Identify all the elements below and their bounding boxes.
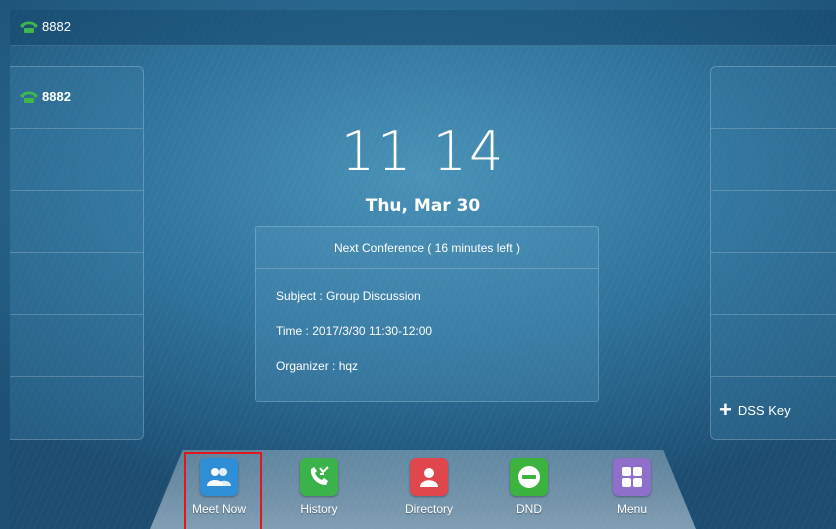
dss-key-5[interactable] (711, 315, 836, 377)
clock-time: 11 14 (340, 120, 506, 183)
history-icon (300, 458, 338, 496)
add-dss-key-label: DSS Key (737, 402, 791, 418)
dss-key-4[interactable] (711, 253, 836, 315)
next-conference-card[interactable]: Next Conference ( 16 minutes left ) Subj… (255, 226, 599, 402)
add-dss-key-button[interactable]: + DSS Key (711, 377, 836, 439)
status-account: 8882 (18, 19, 71, 34)
directory-label: Directory (404, 502, 453, 516)
status-account-number: 8882 (42, 19, 71, 34)
menu-softkey[interactable]: Menu (595, 458, 669, 529)
menu-icon (613, 458, 651, 496)
directory-icon (410, 458, 448, 496)
selection-highlight (184, 452, 262, 529)
dnd-label: DND (516, 502, 542, 516)
plus-icon: + (719, 397, 732, 422)
line-key-5[interactable] (10, 315, 143, 377)
conference-time: Time : 2017/3/30 11:30-12:00 (276, 324, 433, 338)
menu-label: Menu (616, 502, 648, 516)
line-key-4[interactable] (10, 253, 143, 315)
history-label: History (300, 502, 338, 516)
directory-softkey[interactable]: Directory (392, 458, 466, 529)
history-softkey[interactable]: History (282, 458, 356, 529)
handset-icon (20, 91, 38, 103)
line-key-6[interactable] (10, 377, 143, 439)
conference-organizer: Organizer : hqz (276, 359, 359, 373)
dnd-softkey[interactable]: DND (492, 458, 566, 529)
dnd-icon (510, 458, 548, 496)
status-bar: 8882 (10, 10, 836, 46)
conference-header: Next Conference ( 16 minutes left ) (256, 227, 598, 269)
handset-icon (20, 21, 38, 33)
clock-date: Thu, Mar 30 (365, 196, 481, 216)
line-key-label: 8882 (42, 89, 71, 104)
phone-screen: 8882 8882 + DSS Key 11 14 Thu, Mar 30 Ne… (10, 10, 836, 529)
conference-subject: Subject : Group Discussion (276, 289, 421, 303)
